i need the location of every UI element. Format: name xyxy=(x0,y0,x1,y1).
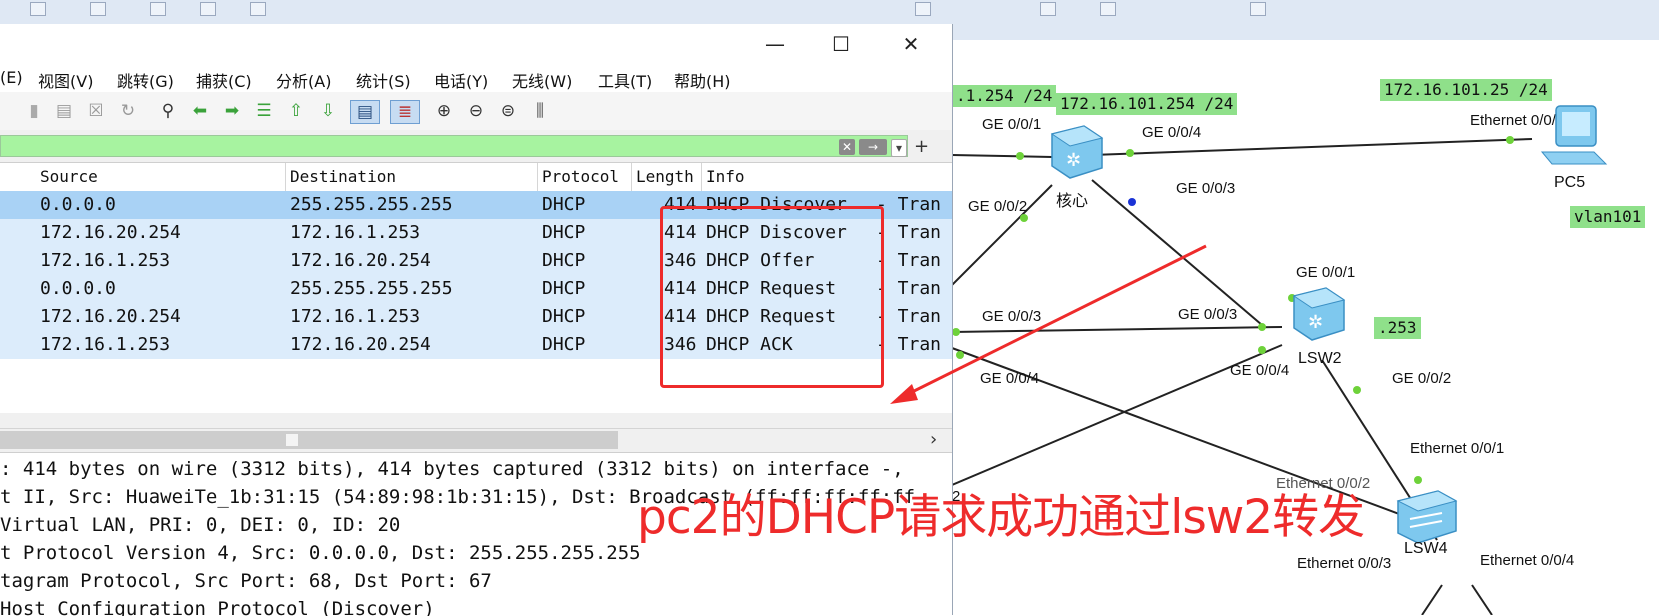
annotation-text: pc2的DHCP请求成功通过lsw2转发 xyxy=(637,490,1365,545)
